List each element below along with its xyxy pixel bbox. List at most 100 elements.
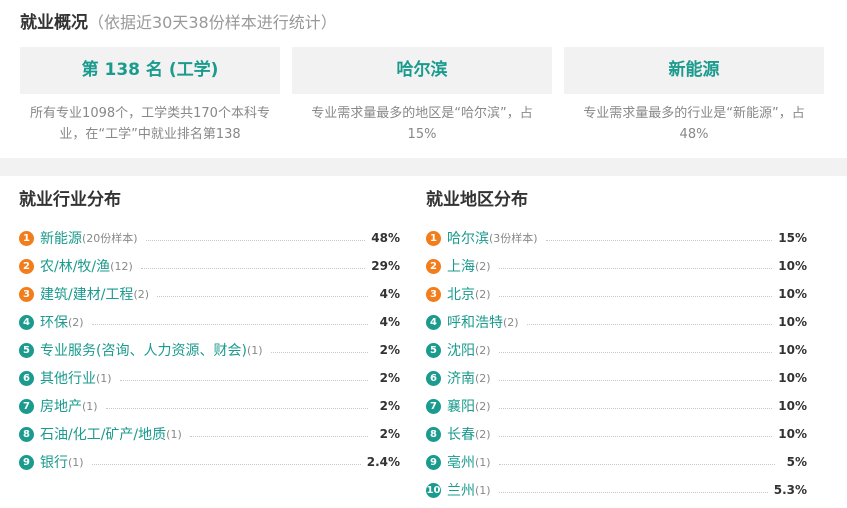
rank-badge: 9	[426, 454, 441, 470]
region-list-item: 1 哈尔滨 (3份样本) 15%	[426, 224, 807, 252]
rank-card-desc-line2: 业，在“工学”中就业排名第138	[59, 127, 241, 142]
percentage: 5%	[786, 455, 807, 469]
percentage: 10%	[778, 259, 807, 273]
top-industry-card-desc-line1: 专业需求量最多的行业是“新能源”，占	[583, 106, 805, 121]
dotted-leader	[189, 435, 368, 437]
region-title: 就业地区分布	[426, 190, 528, 210]
sample-count: (2)	[475, 287, 491, 301]
industry-name-link[interactable]: 环保	[40, 312, 68, 332]
industry-list-item: 2 农/林/牧/渔 (12) 29%	[19, 252, 400, 280]
sample-count: (1)	[246, 343, 263, 357]
region-name-link[interactable]: 沈阳	[447, 340, 475, 360]
sample-count: (2)	[133, 287, 150, 301]
sample-count: (2)	[475, 259, 491, 273]
industry-title: 就业行业分布	[19, 190, 121, 210]
region-list-item: 2 上海 (2) 10%	[426, 252, 807, 280]
sample-count: (12)	[110, 259, 133, 273]
rank-badge: 8	[426, 426, 441, 442]
rank-card-desc-line1: 所有专业1098个，工学类共170个本科专	[30, 106, 270, 121]
industry-name-link[interactable]: 其他行业	[40, 368, 96, 388]
sample-count: (2)	[475, 343, 491, 357]
rank-badge: 1	[19, 230, 34, 246]
region-list-item: 6 济南 (2) 10%	[426, 364, 807, 392]
industry-name-link[interactable]: 新能源	[40, 228, 82, 248]
region-distribution: 就业地区分布 1 哈尔滨 (3份样本) 15% 2 上海 (2) 10% 3 北京 (2) 10% 4 呼…	[426, 186, 807, 504]
region-list-item: 5 沈阳 (2) 10%	[426, 336, 807, 364]
percentage: 10%	[778, 315, 807, 329]
region-name-link[interactable]: 济南	[447, 368, 475, 388]
rank-badge: 7	[426, 398, 441, 414]
percentage: 2.4%	[366, 455, 400, 469]
dotted-leader	[145, 239, 366, 241]
sample-count: (1)	[82, 399, 98, 413]
industry-list-item: 6 其他行业 (1) 2%	[19, 364, 400, 392]
region-list: 1 哈尔滨 (3份样本) 15% 2 上海 (2) 10% 3 北京 (2) 10% 4 呼和浩特 (2) 1…	[426, 224, 807, 504]
dotted-leader	[119, 379, 368, 381]
industry-name-link[interactable]: 农/林/牧/渔	[40, 256, 110, 276]
percentage: 15%	[778, 231, 807, 245]
industry-name-link[interactable]: 专业服务(咨询、人力资源、财会)	[40, 340, 247, 360]
rank-badge: 3	[426, 286, 441, 302]
overview-header: 就业概况（依据近30天38份样本进行统计）	[20, 10, 337, 36]
industry-list-item: 3 建筑/建材/工程 (2) 4%	[19, 280, 400, 308]
dotted-leader	[498, 435, 773, 437]
dotted-leader	[498, 407, 773, 409]
rank-badge: 3	[19, 286, 34, 302]
top-industry-card: 新能源	[564, 47, 824, 94]
rank-badge: 7	[19, 398, 34, 414]
rank-badge: 5	[426, 342, 441, 358]
overview-panel: 就业概况（依据近30天38份样本进行统计） 第 138 名 (工学) 所有专业1…	[0, 0, 847, 158]
sample-count: (2)	[68, 315, 84, 329]
dotted-leader	[498, 295, 773, 297]
region-name-link[interactable]: 北京	[447, 284, 475, 304]
sample-count: (20份样本)	[82, 232, 138, 245]
region-list-item: 9 亳州 (1) 5%	[426, 448, 807, 476]
rank-badge: 9	[19, 454, 34, 470]
region-name-link[interactable]: 兰州	[447, 480, 475, 500]
region-list-item: 4 呼和浩特 (2) 10%	[426, 308, 807, 336]
distribution-panel: 就业行业分布 1 新能源 (20份样本) 48% 2 农/林/牧/渔 (12) 29% 3 建筑/…	[0, 176, 847, 508]
industry-list-item: 4 环保 (2) 4%	[19, 308, 400, 336]
region-list-item: 3 北京 (2) 10%	[426, 280, 807, 308]
top-industry-card-desc-line2: 48%	[679, 127, 709, 142]
rank-badge: 10	[426, 482, 441, 498]
dotted-leader	[545, 239, 773, 241]
dotted-leader	[91, 323, 368, 325]
overview-subtitle: （依据近30天38份样本进行统计）	[88, 13, 337, 32]
dotted-leader	[526, 323, 773, 325]
percentage: 10%	[778, 399, 807, 413]
region-name-link[interactable]: 襄阳	[447, 396, 475, 416]
top-region-card-desc-line1: 专业需求量最多的地区是“哈尔滨”，占	[311, 106, 533, 121]
dotted-leader	[498, 463, 775, 465]
region-name-link[interactable]: 呼和浩特	[447, 312, 503, 332]
sample-count: (2)	[475, 399, 491, 413]
rank-badge: 8	[19, 426, 34, 442]
region-name-link[interactable]: 长春	[447, 424, 475, 444]
overview-title: 就业概况	[20, 13, 88, 33]
percentage: 5.3%	[773, 483, 807, 497]
region-name-link[interactable]: 哈尔滨	[447, 228, 489, 248]
dotted-leader	[157, 295, 368, 297]
industry-name-link[interactable]: 银行	[40, 452, 68, 472]
dotted-leader	[270, 351, 368, 353]
sample-count: (1)	[475, 455, 491, 469]
sample-count: (1)	[166, 427, 182, 441]
percentage: 2%	[379, 427, 400, 441]
industry-name-link[interactable]: 石油/化工/矿产/地质	[40, 424, 166, 444]
percentage: 48%	[371, 231, 400, 245]
rank-badge: 1	[426, 230, 441, 246]
percentage: 10%	[778, 287, 807, 301]
industry-list-item: 5 专业服务(咨询、人力资源、财会) (1) 2%	[19, 336, 400, 364]
region-name-link[interactable]: 上海	[447, 256, 475, 276]
percentage: 29%	[371, 259, 400, 273]
percentage: 10%	[778, 427, 807, 441]
region-name-link[interactable]: 亳州	[447, 452, 475, 472]
industry-list-item: 9 银行 (1) 2.4%	[19, 448, 400, 476]
industry-name-link[interactable]: 建筑/建材/工程	[40, 284, 133, 304]
rank-card-desc: 所有专业1098个，工学类共170个本科专 业，在“工学”中就业排名第138	[20, 103, 280, 145]
percentage: 10%	[778, 371, 807, 385]
region-list-item: 10 兰州 (1) 5.3%	[426, 476, 807, 504]
industry-name-link[interactable]: 房地产	[40, 396, 82, 416]
percentage: 2%	[379, 343, 400, 357]
rank-badge: 2	[426, 258, 441, 274]
